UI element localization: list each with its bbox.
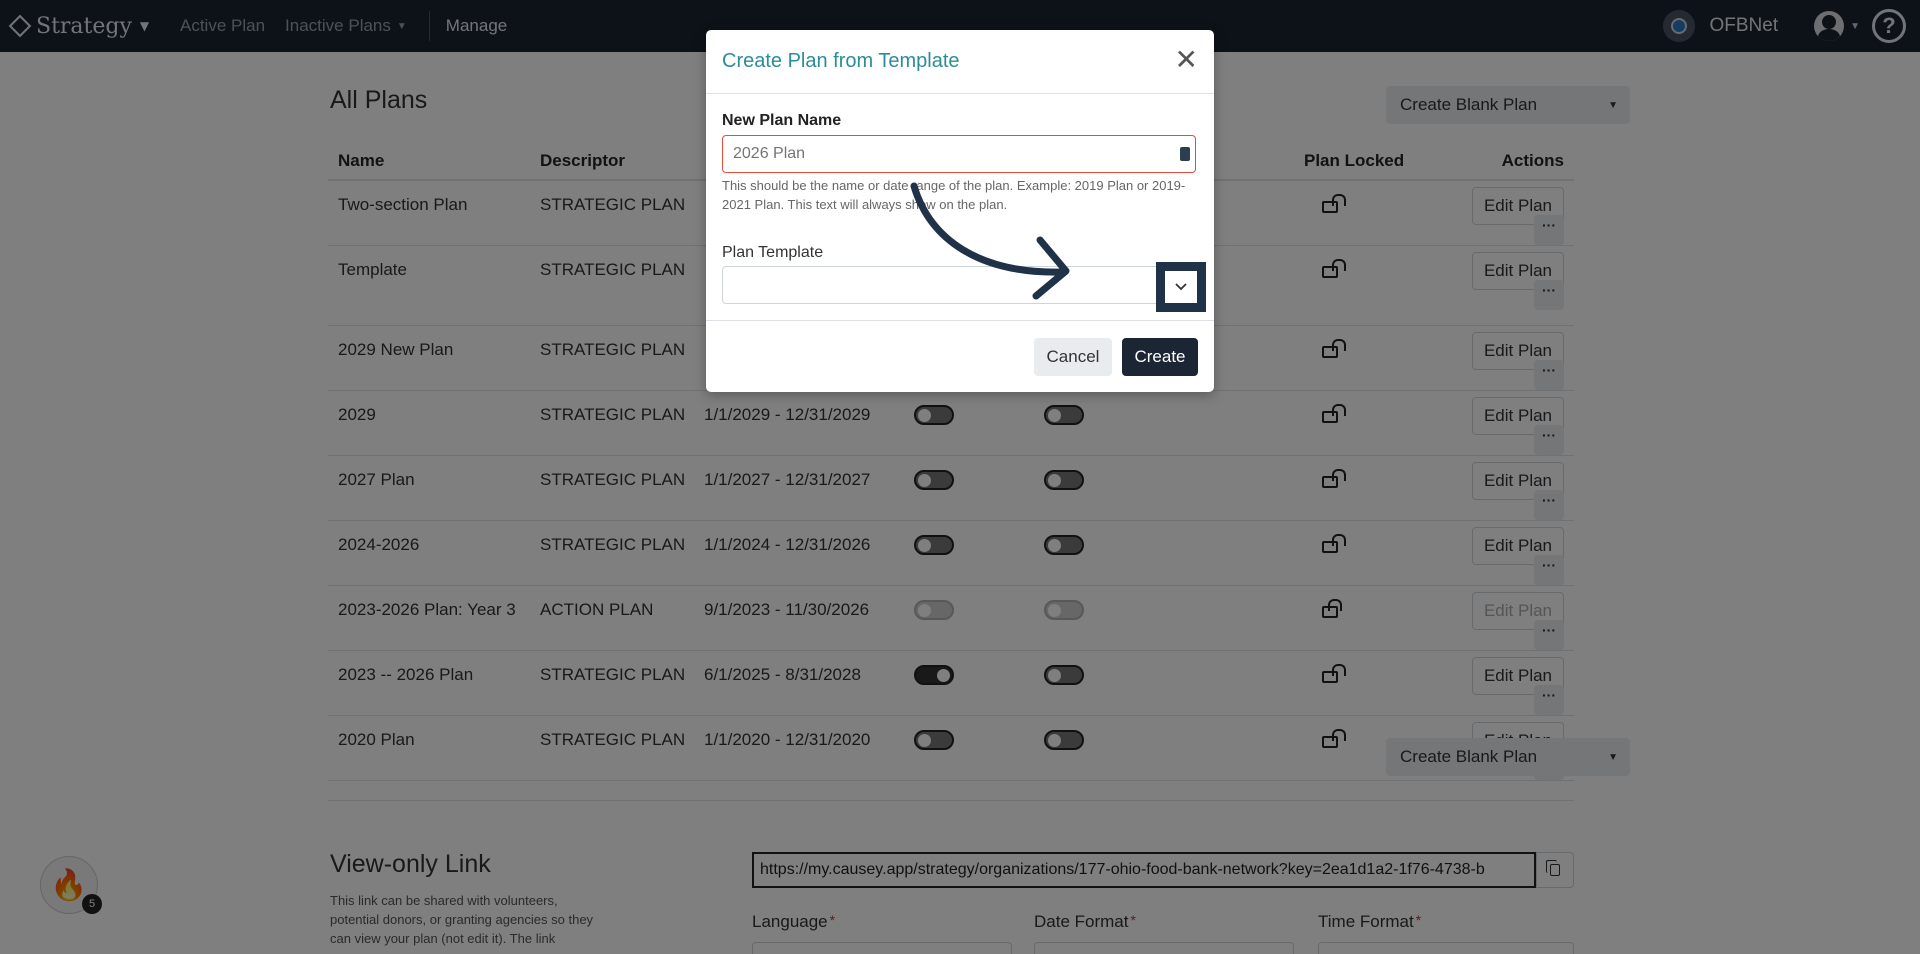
create-button[interactable]: Create	[1122, 338, 1198, 376]
plan-template-label: Plan Template	[722, 244, 824, 261]
chevron-down-icon[interactable]	[1165, 271, 1197, 303]
modal-title: Create Plan from Template	[722, 50, 960, 72]
cancel-button[interactable]: Cancel	[1034, 338, 1112, 376]
new-plan-name-label: New Plan Name	[722, 112, 842, 129]
chevron-highlight	[1156, 262, 1206, 312]
new-plan-name-input[interactable]	[722, 135, 1196, 173]
password-manager-icon[interactable]	[1180, 147, 1190, 161]
close-icon[interactable]: ✕	[1175, 46, 1198, 74]
modal-header: Create Plan from Template	[706, 30, 1214, 94]
tutorial-arrow-icon	[910, 182, 1070, 300]
